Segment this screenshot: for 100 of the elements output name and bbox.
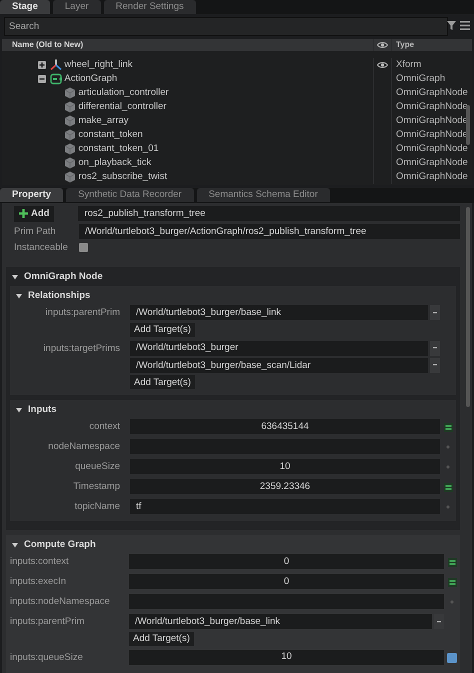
tab[interactable]: Synthetic Data Recorder (66, 188, 194, 202)
dot-icon[interactable] (446, 465, 450, 470)
section-title[interactable]: Compute Graph (24, 539, 96, 550)
remove-button[interactable] (434, 614, 444, 630)
minus-icon (433, 312, 437, 314)
caret-down-icon[interactable] (16, 406, 22, 413)
prim-path-field[interactable]: /World/turtlebot3_burger/ActionGraph/ros2_publish_transform_tree (79, 224, 460, 240)
collapse-icon[interactable] (38, 75, 46, 83)
property-label: inputs:parentPrim (10, 616, 84, 628)
tree-item[interactable]: constant_token_01 (78, 143, 159, 155)
remove-button[interactable] (430, 340, 440, 356)
connected-icon[interactable] (448, 558, 456, 567)
type-label: OmniGraphNode (396, 129, 468, 140)
expand-icon[interactable] (38, 61, 46, 69)
tree-item[interactable]: constant_token (78, 129, 143, 141)
minus-icon (433, 347, 437, 349)
minus-icon (433, 364, 437, 366)
tab[interactable]: Property (0, 188, 64, 202)
scrollbar[interactable] (466, 206, 470, 407)
caret-down-icon[interactable] (16, 292, 22, 299)
section-title[interactable]: OmniGraph Node (24, 270, 103, 282)
filter-icon[interactable] (447, 20, 456, 30)
prim-path-label: Prim Path (14, 226, 57, 238)
tree-item[interactable]: ActionGraph (64, 73, 118, 85)
cube-icon (64, 129, 76, 141)
tab[interactable]: Render Settings (104, 0, 196, 14)
target-field[interactable]: /World/turtlebot3_burger/base_link (130, 305, 428, 320)
cube-icon (64, 115, 76, 127)
property-label: topicName (74, 501, 120, 512)
property-label: inputs:targetPrims (43, 342, 120, 354)
type-label: OmniGraphNode (396, 115, 468, 126)
tab[interactable]: Layer (52, 0, 101, 14)
connected-icon[interactable] (444, 422, 452, 432)
type-label: OmniGraph (396, 73, 446, 84)
column-header[interactable]: Name (Old to New) (12, 40, 84, 50)
caret-down-icon[interactable] (12, 542, 18, 548)
tree-item[interactable]: ros2_subscribe_twist (78, 171, 168, 183)
property-label: nodeNamespace (48, 441, 120, 452)
value-field[interactable]: tf (130, 499, 440, 514)
cube-icon (64, 157, 76, 169)
name-field[interactable]: ros2_publish_transform_tree (78, 206, 460, 222)
value-field[interactable]: 10 (130, 459, 440, 474)
scrollbar[interactable] (466, 105, 470, 145)
type-label: OmniGraphNode (396, 157, 468, 168)
add-target-button[interactable]: Add Target(s) (130, 375, 195, 390)
remove-button[interactable] (430, 305, 440, 320)
eye-icon[interactable] (377, 61, 388, 69)
type-label: OmniGraphNode (396, 171, 468, 182)
caret-down-icon[interactable] (12, 274, 18, 280)
value-field[interactable]: 0 (129, 554, 444, 570)
plus-icon (19, 209, 28, 218)
tree-item[interactable]: wheel_right_link (64, 59, 132, 71)
value-field[interactable]: 10 (129, 650, 444, 665)
remove-button[interactable] (430, 358, 440, 373)
checkbox[interactable] (79, 242, 88, 252)
property-label: Timestamp (73, 481, 120, 492)
property-label: context (89, 421, 120, 432)
value-field[interactable]: 636435144 (130, 419, 440, 434)
property-label: inputs:nodeNamespace (10, 596, 110, 608)
add-target-button[interactable]: Add Target(s) (130, 322, 195, 336)
connected-icon[interactable] (444, 482, 452, 492)
cube-icon (64, 171, 76, 183)
property-label: inputs:queueSize (10, 652, 83, 663)
property-label: inputs:execIn (10, 576, 66, 588)
cube-icon (64, 101, 76, 113)
cube-icon (64, 87, 76, 99)
tree-item[interactable]: articulation_controller (78, 87, 169, 99)
tree-item[interactable]: differential_controller (78, 101, 166, 113)
value-field[interactable]: 2359.23346 (130, 479, 440, 494)
target-field[interactable]: /World/turtlebot3_burger/base_link (129, 614, 432, 630)
type-label: OmniGraphNode (396, 101, 468, 112)
menu-icon[interactable] (460, 20, 470, 30)
dot-icon[interactable] (446, 445, 450, 450)
target-field[interactable]: /World/turtlebot3_burger (130, 340, 428, 356)
minus-icon (437, 620, 441, 623)
value-field[interactable]: 0 (129, 574, 444, 590)
add-target-button[interactable]: Add Target(s) (129, 632, 194, 646)
tree-item[interactable]: make_array (78, 115, 129, 127)
tab[interactable]: Semantics Schema Editor (196, 188, 330, 202)
column-header[interactable]: Type (396, 40, 414, 50)
property-label: inputs:context (10, 556, 69, 568)
type-label: Xform (396, 59, 422, 70)
tab[interactable]: Stage (0, 0, 50, 14)
section-title[interactable]: Relationships (28, 290, 90, 302)
property-label: queueSize (75, 461, 120, 472)
dot-icon[interactable] (446, 505, 450, 510)
type-label: OmniGraphNode (396, 87, 468, 98)
tree-item[interactable]: on_playback_tick (78, 157, 152, 169)
graph-icon (50, 73, 62, 85)
add-button[interactable]: Add (14, 206, 54, 222)
eye-icon[interactable] (377, 41, 388, 49)
value-field[interactable] (129, 594, 444, 610)
type-label: OmniGraphNode (396, 143, 468, 154)
connected-icon[interactable] (448, 578, 456, 587)
search-field[interactable]: Search (4, 17, 448, 36)
instanceable-label: Instanceable (14, 242, 69, 254)
target-field[interactable]: /World/turtlebot3_burger/base_scan/Lidar (130, 358, 428, 373)
square-icon[interactable] (447, 652, 457, 663)
section-title[interactable]: Inputs (28, 404, 56, 416)
property-label: inputs:parentPrim (46, 307, 120, 318)
